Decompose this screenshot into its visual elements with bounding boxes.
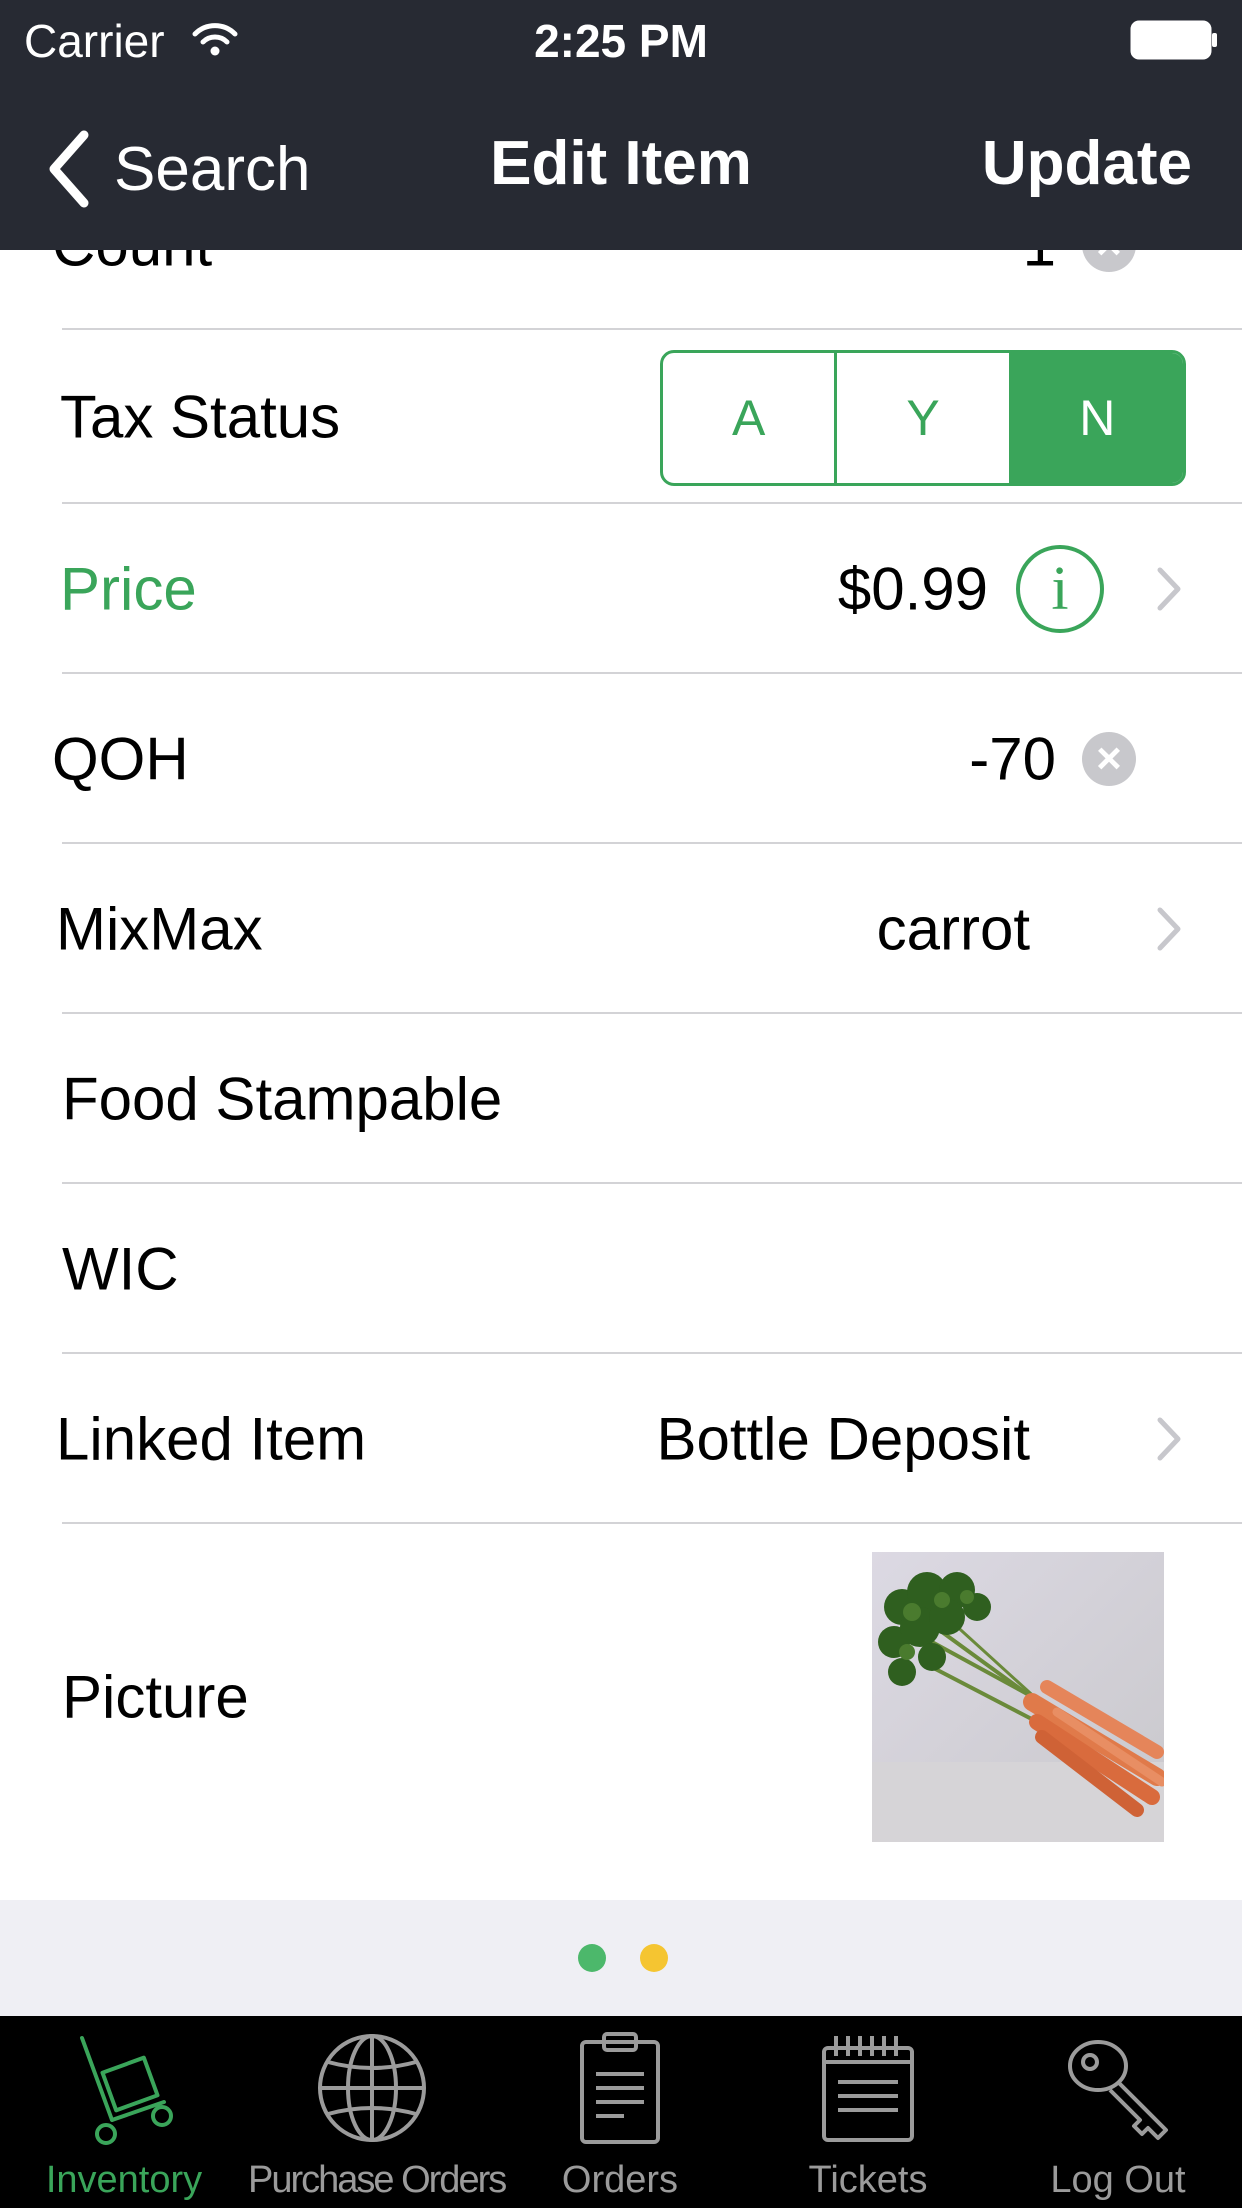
tax-status-option-n[interactable]: N xyxy=(1008,353,1183,483)
wic-label: WIC xyxy=(62,1235,179,1303)
carrot-photo[interactable] xyxy=(872,1552,1164,1842)
hand-truck-icon xyxy=(80,2036,173,2145)
qoh-row: QOH -70 × xyxy=(0,674,1242,844)
tab-label: Purchase Orders xyxy=(248,2159,507,2201)
count-field[interactable]: 1 xyxy=(1023,250,1056,280)
mixmax-row[interactable]: MixMax carrot xyxy=(0,844,1242,1014)
item-form[interactable]: Count 1 × Tax Status A Y N Price $0.99 i… xyxy=(0,250,1242,1900)
count-row: Count 1 × xyxy=(0,250,1242,330)
linked-item-label: Linked Item xyxy=(56,1405,367,1473)
tab-inventory[interactable]: Inventory xyxy=(0,2016,248,2208)
tab-tickets[interactable]: Tickets xyxy=(744,2016,992,2208)
picture-label: Picture xyxy=(62,1663,249,1731)
count-clear-button[interactable]: × xyxy=(1082,250,1136,272)
tab-purchase-orders[interactable]: Purchase Orders xyxy=(248,2016,507,2208)
price-info-button[interactable]: i xyxy=(1016,545,1104,633)
tab-log-out[interactable]: Log Out xyxy=(994,2016,1242,2208)
tax-status-segmented-control[interactable]: A Y N xyxy=(660,350,1186,486)
qoh-field[interactable]: -70 xyxy=(969,725,1056,794)
tab-orders[interactable]: Orders xyxy=(496,2016,744,2208)
food-stampable-label: Food Stampable xyxy=(62,1065,503,1133)
status-bar: Carrier 2:25 PM xyxy=(0,0,1242,84)
tax-status-option-a[interactable]: A xyxy=(663,353,834,483)
qoh-label: QOH xyxy=(52,725,189,793)
chevron-right-icon xyxy=(1157,1417,1181,1461)
key-icon xyxy=(1068,2040,1168,2140)
navigation-bar: Search Edit Item Update xyxy=(0,84,1242,250)
clipboard-icon xyxy=(580,2032,660,2144)
tab-label: Inventory xyxy=(45,2159,203,2201)
tab-label: Log Out xyxy=(1050,2159,1186,2201)
globe-icon xyxy=(318,2034,426,2142)
price-label: Price xyxy=(60,555,197,623)
update-button[interactable]: Update xyxy=(982,128,1192,199)
tax-status-option-y[interactable]: Y xyxy=(834,353,1008,483)
wic-row[interactable]: WIC xyxy=(0,1184,1242,1354)
clock: 2:25 PM xyxy=(534,15,708,67)
price-value: $0.99 xyxy=(837,555,988,623)
mixmax-value: carrot xyxy=(876,895,1030,963)
mixmax-label: MixMax xyxy=(56,895,263,963)
linked-item-value: Bottle Deposit xyxy=(656,1405,1030,1473)
picture-row: Picture xyxy=(0,1524,1242,1870)
page-control[interactable] xyxy=(0,1900,1242,2016)
food-stampable-row[interactable]: Food Stampable xyxy=(0,1014,1242,1184)
tab-label: Orders xyxy=(561,2159,679,2201)
price-row[interactable]: Price $0.99 i xyxy=(0,504,1242,674)
tax-status-label: Tax Status xyxy=(60,383,341,451)
tab-label: Tickets xyxy=(808,2159,928,2201)
linked-item-row[interactable]: Linked Item Bottle Deposit xyxy=(0,1354,1242,1524)
chevron-right-icon xyxy=(1157,907,1181,951)
page-dot-2[interactable] xyxy=(640,1944,668,1972)
chevron-right-icon xyxy=(1157,567,1181,611)
tax-status-row: Tax Status A Y N xyxy=(0,330,1242,504)
battery-icon xyxy=(1130,20,1217,60)
count-label: Count xyxy=(52,250,212,280)
tab-bar: Inventory Purchase Orders Orders Tickets… xyxy=(0,2016,1242,2208)
ticket-pad-icon xyxy=(822,2036,914,2142)
page-dot-1[interactable] xyxy=(578,1944,606,1972)
qoh-clear-button[interactable]: × xyxy=(1082,732,1136,786)
